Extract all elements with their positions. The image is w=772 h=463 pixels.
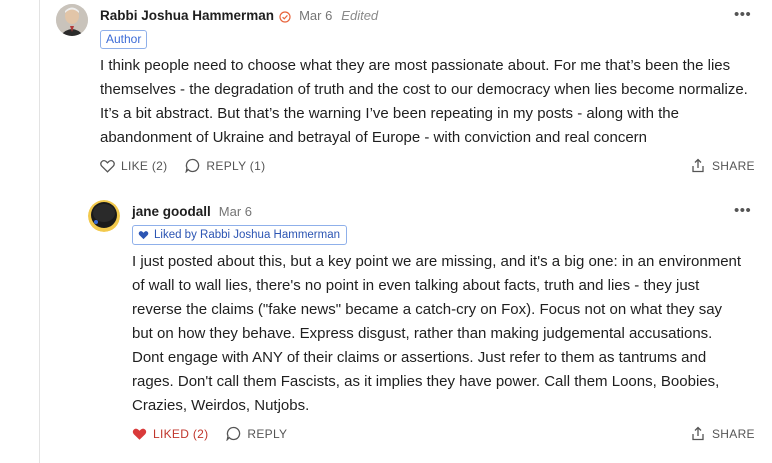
like-label: LIKE (2) — [121, 158, 168, 173]
heart-filled-icon — [138, 231, 149, 240]
like-button[interactable]: LIKED (2) — [132, 427, 208, 441]
comment-text: I think people need to choose what they … — [100, 57, 748, 146]
comment-meta: jane goodall Mar 6 — [132, 204, 252, 219]
comment-text: I just posted about this, but a key poin… — [132, 253, 742, 414]
share-label: SHARE — [712, 426, 755, 441]
like-label: LIKED (2) — [153, 426, 209, 441]
thread-line — [39, 0, 40, 463]
share-button[interactable]: SHARE — [691, 158, 755, 173]
avatar[interactable] — [88, 200, 120, 232]
liked-by-label: Liked by Rabbi Joshua Hammerman — [154, 229, 341, 241]
like-button[interactable]: LIKE (2) — [100, 159, 167, 173]
author-name[interactable]: Rabbi Joshua Hammerman — [100, 8, 274, 23]
share-icon — [692, 158, 704, 173]
verified-icon — [279, 10, 291, 23]
reply-button[interactable]: REPLY (1) — [185, 158, 265, 173]
reply-icon — [185, 158, 200, 173]
comment-meta: Rabbi Joshua Hammerman Mar 6 Edited — [100, 8, 378, 23]
more-icon[interactable]: ••• — [734, 203, 751, 218]
avatar-photo — [88, 200, 120, 232]
comment-actions: LIKE (2) REPLY (1) — [100, 158, 283, 173]
edited-label: Edited — [341, 8, 379, 23]
more-icon[interactable]: ••• — [734, 7, 751, 22]
liked-by-author-badge: Liked by Rabbi Joshua Hammerman — [132, 225, 348, 245]
share-button[interactable]: SHARE — [691, 426, 755, 441]
comment-date[interactable]: Mar 6 — [219, 204, 252, 219]
author-name[interactable]: jane goodall — [132, 204, 211, 219]
share-label: SHARE — [712, 158, 755, 173]
heart-filled-icon — [132, 428, 147, 440]
avatar[interactable] — [56, 4, 88, 36]
reply-label: REPLY — [247, 426, 288, 441]
avatar-photo — [56, 4, 88, 36]
heart-icon — [100, 159, 115, 173]
comment-body: I think people need to choose what they … — [100, 54, 760, 150]
comment-body: I just posted about this, but a key poin… — [132, 250, 744, 418]
share-icon — [692, 426, 704, 441]
comment-actions: LIKED (2) REPLY — [132, 426, 305, 441]
reply-label: REPLY (1) — [206, 158, 266, 173]
reply-icon — [226, 426, 241, 441]
comment-date[interactable]: Mar 6 — [299, 8, 332, 23]
reply-button[interactable]: REPLY — [226, 426, 287, 441]
author-badge: Author — [100, 30, 148, 49]
